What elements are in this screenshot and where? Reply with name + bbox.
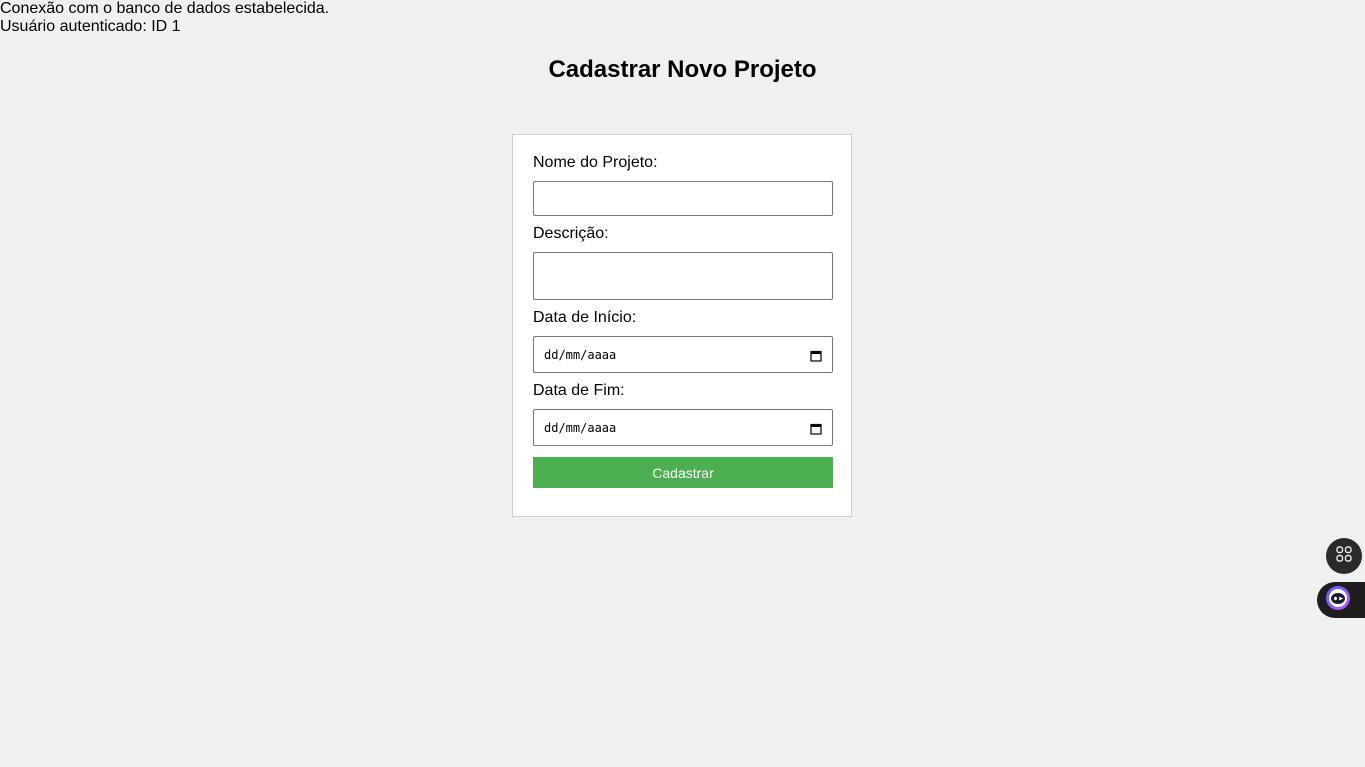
assistant-widget-button[interactable]	[1317, 582, 1365, 618]
project-form: Nome do Projeto: Descrição: Data de Iníc…	[512, 134, 852, 517]
status-messages: Conexão com o banco de dados estabelecid…	[0, 0, 329, 36]
start-date-label: Data de Início:	[533, 309, 637, 326]
end-date-label: Data de Fim:	[533, 382, 625, 399]
description-label: Descrição:	[533, 225, 609, 242]
bot-icon	[1325, 585, 1351, 616]
description-textarea[interactable]	[533, 252, 833, 300]
calendar-icon[interactable]	[810, 422, 822, 435]
apps-widget-button[interactable]	[1326, 538, 1362, 574]
auth-status: Usuário autenticado: ID 1	[0, 18, 181, 35]
calendar-icon[interactable]	[810, 349, 822, 362]
start-date-input[interactable]: dd/mm/aaaa	[533, 336, 833, 373]
grid-icon	[1335, 545, 1353, 568]
start-date-placeholder: dd/mm/aaaa	[544, 347, 617, 362]
db-connection-status: Conexão com o banco de dados estabelecid…	[0, 0, 330, 17]
submit-button[interactable]: Cadastrar	[533, 457, 833, 488]
project-name-label: Nome do Projeto:	[533, 154, 658, 171]
end-date-input[interactable]: dd/mm/aaaa	[533, 409, 833, 446]
page-title: Cadastrar Novo Projeto	[548, 56, 817, 83]
project-name-input[interactable]	[533, 181, 833, 216]
end-date-placeholder: dd/mm/aaaa	[544, 420, 617, 435]
